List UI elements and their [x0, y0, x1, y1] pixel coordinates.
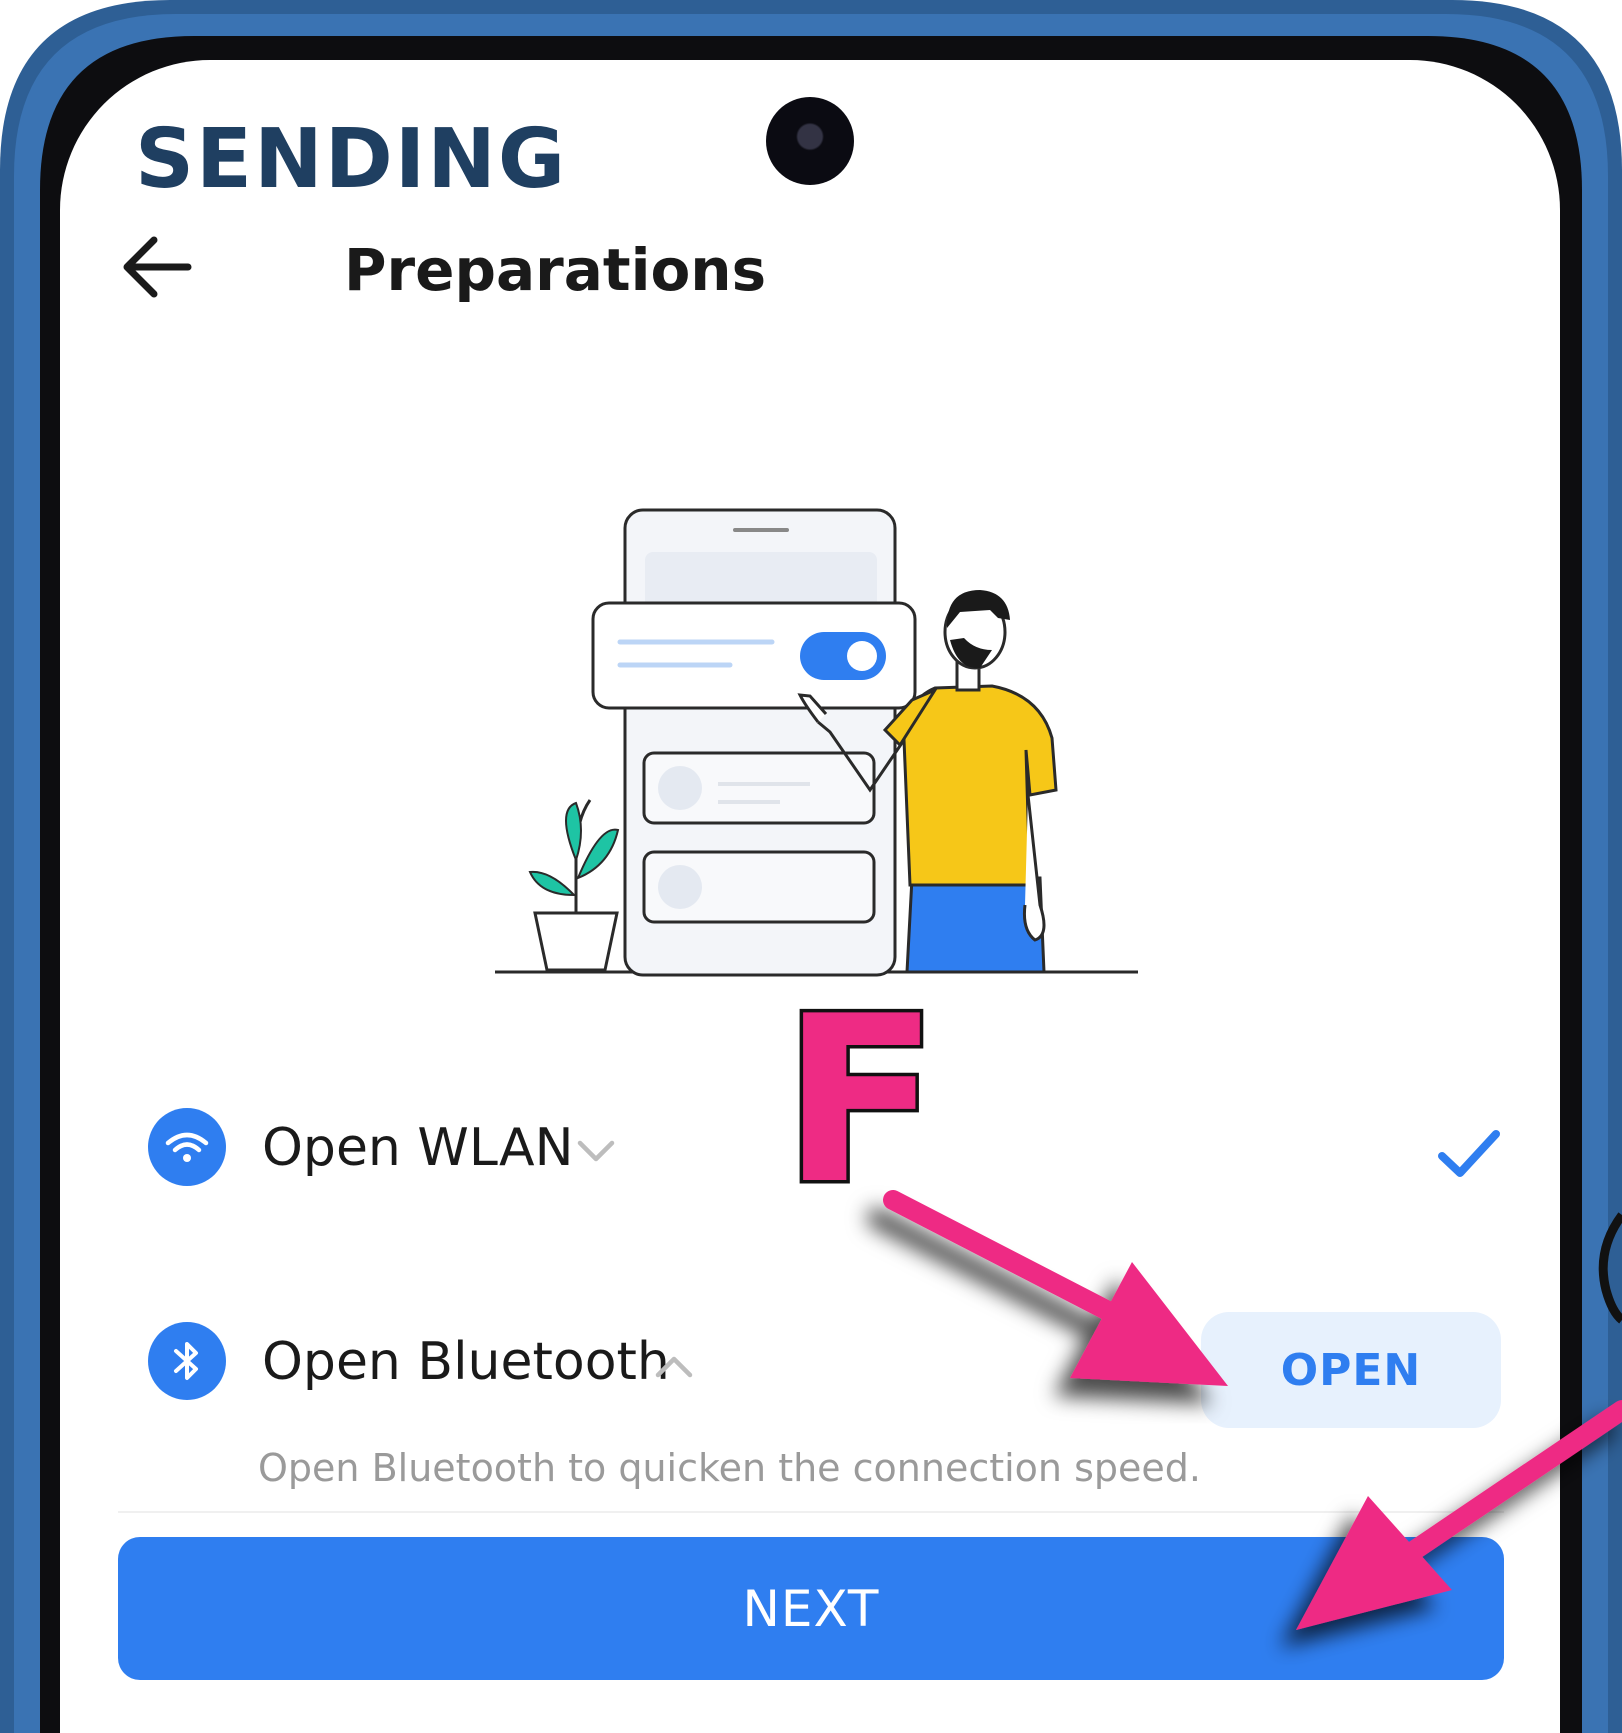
wlan-icon-badge: [148, 1108, 226, 1186]
chevron-down-icon[interactable]: [574, 1134, 618, 1168]
bluetooth-icon: [174, 1342, 198, 1380]
wifi-icon: [165, 1132, 209, 1162]
wlan-item-label[interactable]: Open WLAN: [262, 1118, 573, 1178]
back-arrow-icon: [123, 236, 192, 298]
bluetooth-description: Open Bluetooth to quicken the connection…: [258, 1446, 1201, 1490]
next-button[interactable]: NEXT: [118, 1537, 1504, 1680]
chevron-up-icon[interactable]: [652, 1350, 696, 1384]
open-bluetooth-button[interactable]: OPEN: [1201, 1312, 1501, 1428]
preparation-illustration: [495, 508, 1138, 977]
page-title: Preparations: [344, 236, 767, 304]
section-title: SENDING: [135, 112, 568, 207]
front-camera: [766, 97, 854, 185]
divider: [118, 1511, 1504, 1513]
check-icon: [1438, 1130, 1500, 1177]
bluetooth-icon-badge: [148, 1322, 226, 1400]
annotation-circle-partial: [1598, 1212, 1622, 1324]
back-button[interactable]: [118, 232, 198, 302]
bluetooth-item-label[interactable]: Open Bluetooth: [262, 1332, 670, 1392]
